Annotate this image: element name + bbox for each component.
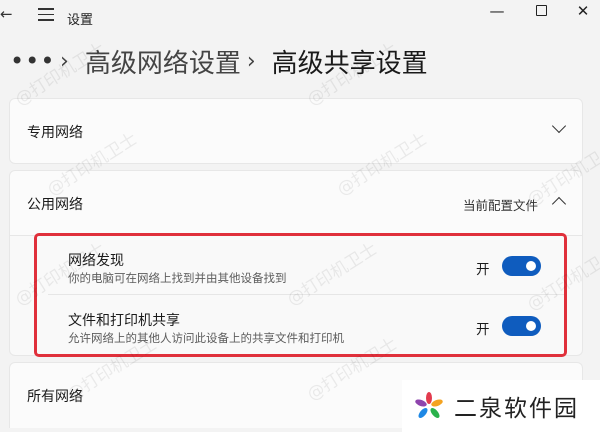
- current-profile-label: 当前配置文件: [462, 198, 538, 213]
- setting-title: 网络发现: [68, 253, 124, 269]
- divider: [48, 294, 564, 295]
- network-discovery-toggle[interactable]: [502, 256, 541, 276]
- back-arrow-icon[interactable]: ←: [0, 2, 20, 26]
- chevron-down-icon[interactable]: [551, 118, 567, 134]
- close-button[interactable]: ✕: [566, 0, 600, 22]
- chevron-right-icon: ›: [246, 48, 256, 74]
- toggle-knob: [526, 261, 536, 271]
- hamburger-menu-icon[interactable]: [38, 8, 54, 22]
- section-label: 所有网络: [27, 389, 83, 405]
- section-label: 专用网络: [27, 125, 83, 141]
- public-network-section[interactable]: 公用网络 当前配置文件: [9, 170, 583, 236]
- toggle-knob: [526, 321, 536, 331]
- setting-description: 允许网络上的其他人访问此设备上的共享文件和打印机: [68, 331, 344, 345]
- maximize-icon: [535, 5, 547, 16]
- file-printer-sharing-toggle[interactable]: [502, 316, 541, 336]
- brand-watermark: 二泉软件园: [402, 380, 600, 432]
- pinwheel-logo-icon: [415, 392, 443, 418]
- public-network-settings: 网络发现 你的电脑可在网络上找到并由其他设备找到 开 文件和打印机共享 允许网络…: [9, 236, 583, 356]
- breadcrumb-parent-link[interactable]: 高级网络设置: [85, 43, 241, 80]
- section-label: 公用网络: [27, 197, 83, 213]
- toggle-state-label: 开: [476, 322, 490, 338]
- window-title: 设置: [67, 13, 94, 28]
- page-title: 高级共享设置: [271, 48, 428, 79]
- private-network-section[interactable]: 专用网络: [9, 98, 583, 164]
- network-discovery-row: 网络发现 你的电脑可在网络上找到并由其他设备找到 开: [10, 236, 582, 294]
- breadcrumb-overflow-button[interactable]: •••: [10, 47, 54, 75]
- setting-title: 文件和打印机共享: [68, 313, 180, 329]
- file-printer-sharing-row: 文件和打印机共享 允许网络上的其他人访问此设备上的共享文件和打印机 开: [10, 296, 582, 354]
- maximize-button[interactable]: [524, 0, 558, 22]
- brand-name: 二泉软件园: [454, 396, 579, 422]
- minimize-button[interactable]: —: [480, 0, 514, 22]
- chevron-right-icon: ›: [60, 48, 69, 74]
- title-bar: ← 设置 — ✕: [0, 0, 600, 34]
- breadcrumb: ••• › 高级网络设置 › 高级共享设置: [10, 38, 428, 84]
- setting-description: 你的电脑可在网络上找到并由其他设备找到: [68, 271, 287, 285]
- toggle-state-label: 开: [476, 262, 490, 278]
- chevron-up-icon[interactable]: [551, 196, 567, 212]
